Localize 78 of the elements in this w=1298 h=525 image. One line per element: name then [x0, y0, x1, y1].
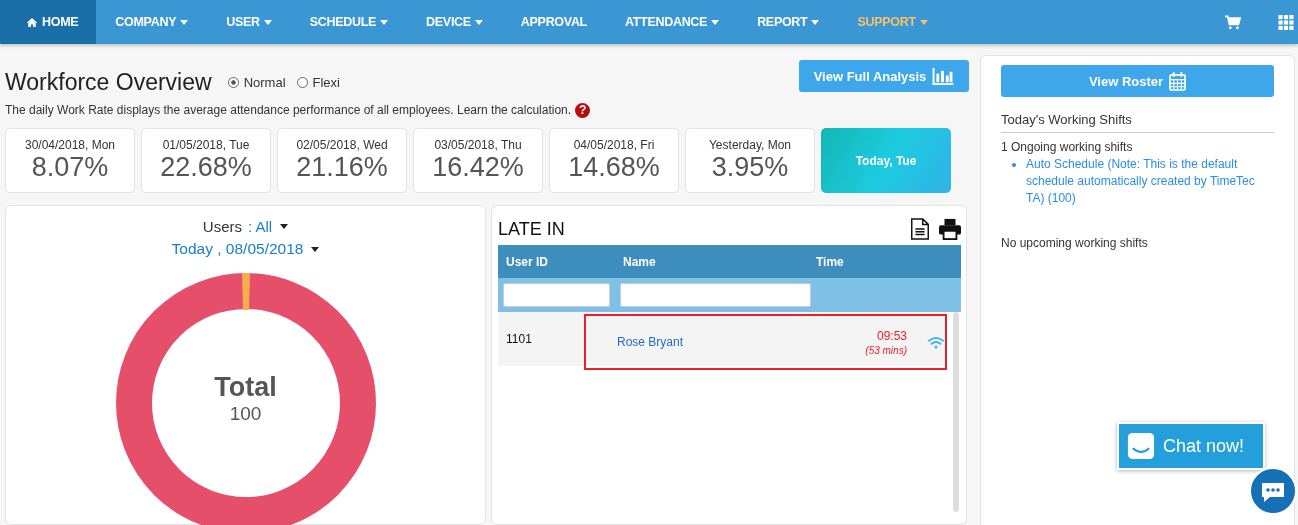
day-rate-card[interactable]: 30/04/2018, Mon 8.07% [5, 128, 135, 193]
help-icon[interactable]: ? [575, 102, 591, 118]
smiley-icon [1127, 432, 1155, 460]
caret-icon [180, 19, 189, 25]
card-date: Yesterday, Mon [708, 138, 792, 152]
upcoming-shifts-text: No upcoming working shifts [1001, 236, 1149, 250]
nav-menu-item[interactable]: COMPANY [96, 0, 208, 44]
apps-grid-icon[interactable] [1278, 14, 1294, 30]
calendar-icon [1169, 71, 1187, 91]
chat-icon[interactable] [1248, 466, 1298, 516]
description-text: The daily Work Rate displays the average attendance performance of all employees. Learn the calculation. [5, 103, 572, 117]
card-date: 01/05/2018, Tue [162, 138, 250, 152]
chat-bubble[interactable]: Chat now! [1117, 422, 1265, 470]
nav-menu-item[interactable]: SUPPORT [838, 0, 947, 44]
day-rate-card[interactable]: 04/05/2018, Fri 14.68% [549, 128, 679, 193]
card-date: 30/04/2018, Mon [24, 138, 116, 152]
donut-total-value: 100 [229, 403, 262, 425]
late-duration-text: (53 mins) [865, 344, 907, 356]
panel-title: LATE IN [498, 218, 565, 240]
nav-menu-item[interactable]: HOME [0, 0, 97, 44]
nav-menu-item[interactable]: ATTENDANCE [605, 0, 739, 44]
card-date: 04/05/2018, Fri [573, 138, 655, 152]
donut-total-label: Total [214, 372, 277, 403]
card-rate: 16.42% [432, 152, 524, 183]
time-text: 09:53 [876, 328, 907, 343]
page-title: Workforce Overview [5, 68, 212, 96]
date-dropdown[interactable]: Today , 08/05/2018 [171, 240, 320, 258]
caret-icon [811, 19, 820, 25]
nav-menu-item[interactable]: REPORT [738, 0, 839, 44]
caret-icon [311, 246, 320, 252]
nav-menu-item[interactable]: USER [207, 0, 291, 44]
radio-label: Normal [243, 74, 286, 90]
print-icon[interactable] [939, 218, 961, 240]
day-rate-card[interactable]: Yesterday, Mon 3.95% [685, 128, 815, 193]
card-rate: 3.95% [711, 152, 789, 183]
caret-icon [711, 19, 720, 25]
users-filter-dropdown[interactable]: : All [248, 218, 289, 235]
column-header[interactable]: Time [816, 254, 844, 269]
day-rate-card[interactable]: 03/05/2018, Thu 16.42% [413, 128, 543, 193]
nav-menu-item[interactable]: DEVICE [407, 0, 502, 44]
view-full-analysis-button[interactable]: View Full Analysis [799, 60, 969, 92]
bar-chart-icon [932, 67, 955, 85]
shift-link[interactable]: Auto Schedule (Note: This is the default schedule automatically created by TimeTec TA) (100) [1026, 156, 1266, 207]
view-roster-button[interactable]: View Roster [1001, 65, 1274, 97]
shopping-cart-icon[interactable] [1225, 14, 1241, 30]
radio-button[interactable] [227, 76, 239, 88]
ongoing-shifts-text: 1 Ongoing working shifts [1001, 140, 1134, 154]
caret-icon [380, 19, 389, 25]
column-header[interactable]: Name [623, 254, 816, 269]
today-card[interactable]: Today, Tue [821, 128, 951, 193]
radio-label: Flexi [312, 74, 340, 90]
caret-icon [919, 19, 928, 25]
caret-icon [263, 19, 272, 25]
section-title: Today's Working Shifts [1001, 112, 1274, 133]
card-rate: 14.68% [568, 152, 660, 183]
day-rate-card[interactable]: 01/05/2018, Tue 22.68% [141, 128, 271, 193]
document-icon[interactable] [909, 218, 931, 240]
card-rate: 8.07% [31, 152, 109, 183]
name-filter-field[interactable] [620, 283, 811, 307]
nav-menu-item[interactable]: SCHEDULE [290, 0, 408, 44]
table-cell-text: 1101 [505, 332, 533, 346]
card-date: 02/05/2018, Wed [296, 138, 388, 152]
card-rate: 22.68% [160, 152, 252, 183]
scrollbar[interactable] [953, 312, 959, 512]
radio-button[interactable] [296, 76, 308, 88]
users-label: Users [202, 218, 242, 235]
caret-icon [474, 19, 483, 25]
day-rate-card[interactable]: 02/05/2018, Wed 21.16% [277, 128, 407, 193]
name-link[interactable]: Rose Bryant [586, 335, 811, 349]
card-rate: 21.16% [296, 152, 388, 183]
caret-icon [280, 224, 289, 229]
card-date: 03/05/2018, Thu [434, 138, 522, 152]
nav-menu-item[interactable]: APPROVAL [501, 0, 606, 44]
user-id-filter-field[interactable] [503, 283, 610, 307]
home-icon [26, 16, 38, 28]
wifi-icon [927, 335, 945, 349]
bullet-icon [1012, 163, 1016, 167]
column-header[interactable]: User ID [498, 254, 623, 269]
